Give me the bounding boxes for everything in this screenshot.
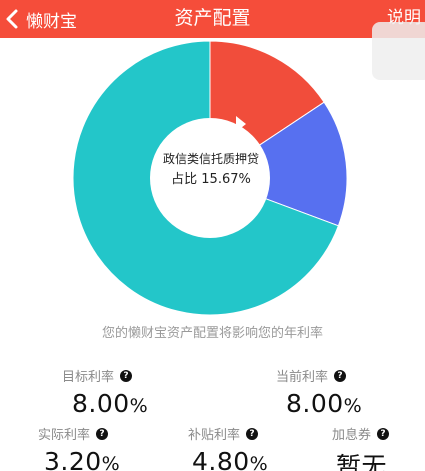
subsidy-rate-stat: 补贴利率 ? 4.80% (188, 424, 268, 471)
target-rate-stat: 目标利率 ? 8.00% (62, 366, 148, 418)
help-icon[interactable]: ? (120, 369, 133, 382)
target-rate-label: 目标利率 (62, 370, 115, 385)
help-icon[interactable]: ? (377, 427, 390, 440)
bonus-coupon-stat: 加息券 ? 暂无 (332, 424, 390, 471)
rate-hint-text: 您的懒财宝资产配置将影响您的年利率 (101, 326, 323, 341)
subsidy-rate-label: 补贴利率 (188, 428, 241, 443)
help-icon[interactable]: ? (96, 427, 109, 440)
actual-rate-stat: 实际利率 ? 3.20% (38, 424, 120, 471)
current-rate-label: 当前利率 (276, 370, 329, 385)
help-icon[interactable]: ? (334, 369, 347, 382)
current-rate-stat: 当前利率 ? 8.00% (276, 366, 362, 418)
actual-rate-label: 实际利率 (38, 428, 91, 443)
bonus-coupon-label: 加息券 (332, 428, 372, 443)
subsidy-rate-value: 4.80% (192, 447, 269, 471)
selected-slice-label: 政信类信托质押贷 (162, 152, 259, 166)
current-rate-value: 8.00% (286, 389, 363, 418)
donut-center: 政信类信托质押贷 占比 15.67% (150, 150, 272, 190)
bonus-coupon-value: 暂无 (336, 452, 388, 471)
selected-slice-percent: 占比 15.67% (171, 172, 251, 187)
help-icon[interactable]: ? (246, 427, 259, 440)
target-rate-value: 8.00% (72, 389, 149, 418)
actual-rate-value: 3.20% (44, 447, 121, 471)
